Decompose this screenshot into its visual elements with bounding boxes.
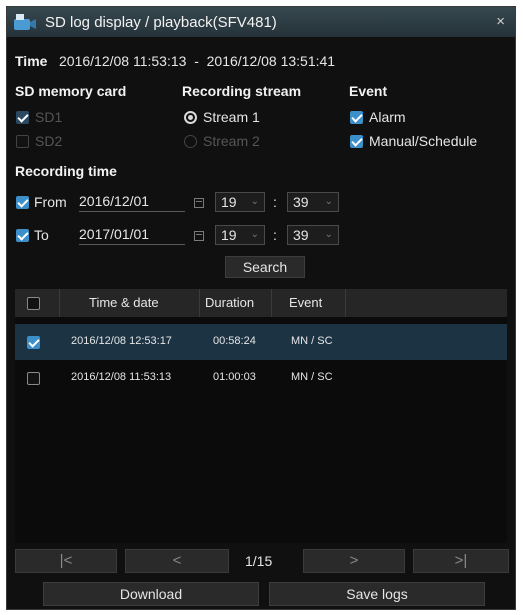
from-checkbox[interactable]	[16, 196, 29, 209]
header-event[interactable]: Event	[289, 295, 322, 310]
alarm-label: Alarm	[369, 109, 406, 125]
download-button[interactable]: Download	[43, 582, 259, 606]
sd-card-heading: SD memory card	[15, 83, 127, 99]
prev-page-button[interactable]: <	[125, 549, 229, 573]
select-all-checkbox[interactable]	[27, 297, 40, 310]
save-logs-button[interactable]: Save logs	[269, 582, 485, 606]
to-date-input[interactable]: 2017/01/01	[79, 224, 185, 245]
sd1-checkbox[interactable]	[16, 111, 29, 124]
page-indicator: 1/15	[245, 553, 273, 569]
manual-schedule-label: Manual/Schedule	[369, 133, 478, 149]
event-heading: Event	[349, 83, 388, 99]
sd2-label: SD2	[35, 133, 63, 149]
first-page-button[interactable]: |<	[15, 549, 117, 573]
header-duration[interactable]: Duration	[205, 295, 254, 310]
row-duration: 01:00:03	[213, 371, 256, 383]
manual-schedule-checkbox[interactable]	[350, 135, 363, 148]
stream1-label: Stream 1	[203, 109, 260, 125]
time-range-value: 2016/12/08 11:53:13 - 2016/12/08 13:51:4…	[59, 53, 336, 69]
from-time-colon: :	[273, 194, 277, 210]
row-checkbox[interactable]	[27, 336, 40, 349]
from-label: From	[34, 194, 67, 210]
recording-time-heading: Recording time	[15, 163, 117, 179]
row-event: MN / SC	[291, 335, 333, 347]
title-bar: SD log display / playback(SFV481) ×	[7, 7, 515, 37]
to-hour-select[interactable]: 19 ⌄	[215, 225, 265, 245]
from-minute-select[interactable]: 39 ⌄	[287, 192, 339, 212]
table-row[interactable]: 2016/12/08 12:53:17 00:58:24 MN / SC	[15, 324, 507, 360]
search-button[interactable]: Search	[225, 256, 305, 278]
alarm-checkbox[interactable]	[350, 111, 363, 124]
row-checkbox[interactable]	[27, 372, 40, 385]
to-minute-select[interactable]: 39 ⌄	[287, 225, 339, 245]
row-event: MN / SC	[291, 371, 333, 383]
close-button[interactable]: ×	[496, 13, 505, 30]
from-calendar-icon[interactable]	[194, 198, 204, 208]
row-datetime: 2016/12/08 12:53:17	[71, 335, 172, 347]
last-page-button[interactable]: >|	[413, 549, 509, 573]
from-date-input[interactable]: 2016/12/01	[79, 191, 185, 212]
header-time-date[interactable]: Time & date	[89, 295, 159, 310]
row-duration: 00:58:24	[213, 335, 256, 347]
time-label: Time	[15, 53, 48, 69]
results-table: Time & date Duration Event 2016/12/08 12…	[15, 289, 507, 543]
camera-app-icon	[14, 14, 36, 30]
table-header: Time & date Duration Event	[15, 289, 507, 317]
table-row[interactable]: 2016/12/08 11:53:13 01:00:03 MN / SC	[15, 360, 507, 396]
stream2-label: Stream 2	[203, 133, 260, 149]
log-window: SD log display / playback(SFV481) × Time…	[6, 6, 516, 610]
stream1-radio[interactable]	[184, 111, 197, 124]
sd1-label: SD1	[35, 109, 63, 125]
row-datetime: 2016/12/08 11:53:13	[71, 371, 172, 383]
stream-heading: Recording stream	[182, 83, 302, 99]
to-time-colon: :	[273, 227, 277, 243]
to-calendar-icon[interactable]	[194, 231, 204, 241]
window-title: SD log display / playback(SFV481)	[45, 14, 277, 31]
sd2-checkbox[interactable]	[16, 135, 29, 148]
stream2-radio[interactable]	[184, 135, 197, 148]
next-page-button[interactable]: >	[303, 549, 405, 573]
from-hour-select[interactable]: 19 ⌄	[215, 192, 265, 212]
to-label: To	[34, 227, 49, 243]
to-checkbox[interactable]	[16, 229, 29, 242]
